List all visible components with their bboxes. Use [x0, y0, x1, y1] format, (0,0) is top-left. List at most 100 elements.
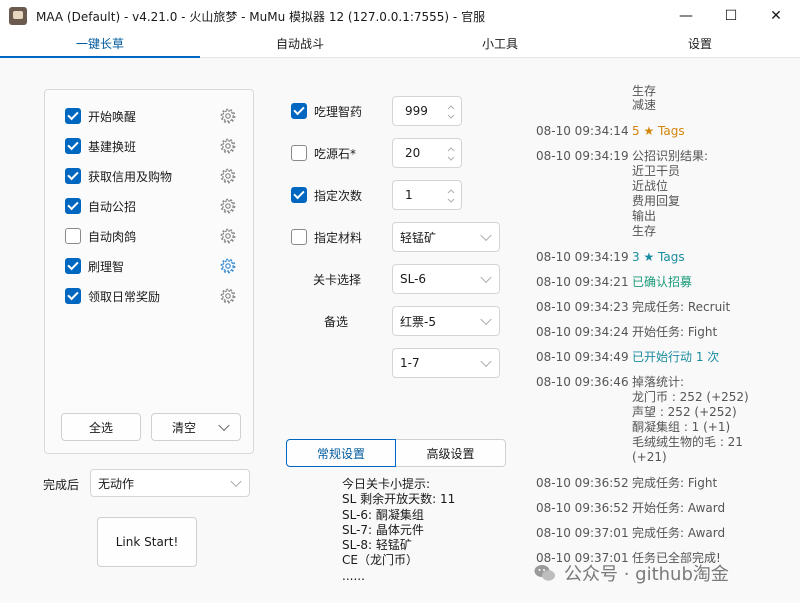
- log-timestamp: 08-10 09:37:01: [536, 526, 629, 540]
- tips-line: ......: [342, 568, 365, 583]
- backup-stage-select[interactable]: 红票-5: [392, 306, 500, 336]
- task-item[interactable]: 基建换班: [65, 136, 136, 156]
- times-label: 指定次数: [314, 188, 363, 203]
- stone-checkbox[interactable]: [291, 145, 307, 161]
- task-checkbox[interactable]: [65, 108, 81, 124]
- task-label: 开始唤醒: [88, 109, 137, 124]
- task-label: 领取日常奖励: [88, 289, 161, 304]
- task-item[interactable]: 刷理智: [65, 256, 124, 276]
- finish-action-select[interactable]: 无动作: [90, 469, 250, 497]
- log-message: 完成任务: Fight: [632, 476, 718, 490]
- stepper-arrows-icon[interactable]: [447, 144, 455, 164]
- log-timestamp: 08-10 09:34:19: [536, 250, 629, 264]
- log-message: 公招识别结果: 近卫干员 近战位 费用回复 输出 生存: [632, 149, 709, 238]
- log-message: 5 ★ Tags: [632, 124, 685, 138]
- main-tabs: 一键长草 自动战斗 小工具 设置: [0, 32, 800, 58]
- task-item[interactable]: 领取日常奖励: [65, 286, 160, 306]
- close-button[interactable]: ✕: [754, 0, 798, 32]
- medicine-label: 吃理智药: [314, 104, 363, 119]
- watermark: 公众号 · github淘金: [534, 560, 729, 586]
- chevron-down-icon: [480, 313, 492, 326]
- tips-line: CE（龙门币）: [342, 553, 418, 568]
- times-count-stepper[interactable]: 1: [392, 180, 462, 210]
- backup-label: 备选: [324, 315, 349, 329]
- tab-normal-settings[interactable]: 常规设置: [286, 439, 396, 467]
- tab-daily[interactable]: 一键长草: [0, 32, 200, 58]
- times-checkbox[interactable]: [291, 187, 307, 203]
- task-checkbox[interactable]: [65, 288, 81, 304]
- task-checkbox[interactable]: [65, 168, 81, 184]
- task-checkbox[interactable]: [65, 228, 81, 244]
- maximize-button[interactable]: ☐: [709, 0, 753, 32]
- task-item[interactable]: 获取信用及购物: [65, 166, 172, 186]
- log-timestamp: 08-10 09:34:23: [536, 300, 629, 314]
- stone-option[interactable]: 吃源石*: [291, 143, 356, 163]
- task-label: 自动肉鸽: [88, 229, 137, 244]
- stone-count-value: 20: [405, 146, 421, 160]
- stone-label: 吃源石*: [314, 146, 357, 161]
- link-start-button[interactable]: Link Start!: [97, 517, 197, 567]
- tips-line: SL-8: 轻锰矿: [342, 538, 412, 553]
- select-all-button[interactable]: 全选: [61, 413, 141, 441]
- backup-stage-2-value: 1-7: [400, 356, 420, 370]
- stage-select[interactable]: SL-6: [392, 264, 500, 294]
- stage-label: 关卡选择: [313, 273, 362, 287]
- gear-icon[interactable]: [219, 227, 237, 245]
- gear-icon[interactable]: [219, 257, 237, 275]
- log-timestamp: 08-10 09:34:24: [536, 325, 629, 339]
- chevron-down-icon: [218, 419, 230, 432]
- log-timestamp: 08-10 09:34:49: [536, 350, 629, 364]
- log-message: 3 ★ Tags: [632, 250, 685, 264]
- task-checkbox[interactable]: [65, 138, 81, 154]
- gear-icon[interactable]: [219, 167, 237, 185]
- task-label: 刷理智: [88, 259, 125, 274]
- tab-advanced-settings[interactable]: 高级设置: [396, 439, 506, 467]
- material-label: 指定材料: [314, 230, 363, 245]
- gear-icon[interactable]: [219, 197, 237, 215]
- minimize-button[interactable]: —: [664, 0, 708, 32]
- chevron-down-icon: [480, 355, 492, 368]
- material-checkbox[interactable]: [291, 229, 307, 245]
- chevron-down-icon: [230, 475, 242, 488]
- tab-settings[interactable]: 设置: [600, 32, 800, 58]
- log-message: 已开始行动 1 次: [632, 350, 720, 364]
- log-message: 掉落统计: 龙门币 : 252 (+252) 声望 : 252 (+252) 酮…: [632, 375, 749, 464]
- task-checkbox[interactable]: [65, 258, 81, 274]
- backup-stage-2-select[interactable]: 1-7: [392, 348, 500, 378]
- log-timestamp: 08-10 09:36:52: [536, 501, 629, 515]
- tips-line: SL-6: 酮凝集组: [342, 507, 424, 522]
- medicine-option[interactable]: 吃理智药: [291, 101, 362, 121]
- stone-count-stepper[interactable]: 20: [392, 138, 462, 168]
- times-option[interactable]: 指定次数: [291, 185, 362, 205]
- medicine-checkbox[interactable]: [291, 103, 307, 119]
- chevron-down-icon: [480, 271, 492, 284]
- tab-tools[interactable]: 小工具: [400, 32, 600, 58]
- stage-value: SL-6: [400, 272, 427, 286]
- material-select[interactable]: 轻锰矿: [392, 222, 500, 252]
- finish-action-value: 无动作: [98, 476, 135, 491]
- medicine-count-stepper[interactable]: 999: [392, 96, 462, 126]
- stepper-arrows-icon[interactable]: [447, 186, 455, 206]
- chevron-down-icon: [480, 229, 492, 242]
- stepper-arrows-icon[interactable]: [447, 102, 455, 122]
- task-item[interactable]: 开始唤醒: [65, 106, 136, 126]
- task-checkbox[interactable]: [65, 198, 81, 214]
- tips-line: SL-7: 晶体元件: [342, 522, 424, 537]
- log-message: 已确认招募: [632, 275, 693, 289]
- gear-icon[interactable]: [219, 137, 237, 155]
- task-item[interactable]: 自动公招: [65, 196, 136, 216]
- medicine-count-value: 999: [405, 104, 428, 118]
- material-option[interactable]: 指定材料: [291, 227, 362, 247]
- clear-button[interactable]: 清空: [151, 413, 241, 441]
- wechat-icon: [534, 565, 555, 581]
- gear-icon[interactable]: [219, 287, 237, 305]
- tab-auto-battle[interactable]: 自动战斗: [200, 32, 400, 58]
- backup-stage-value: 红票-5: [400, 314, 436, 329]
- watermark-text: 公众号 · github淘金: [564, 564, 729, 585]
- gear-icon[interactable]: [219, 107, 237, 125]
- log-message: 开始任务: Award: [632, 501, 726, 515]
- log-timestamp: 08-10 09:34:14: [536, 124, 629, 138]
- log-timestamp: 08-10 09:36:46: [536, 375, 629, 389]
- log-panel: 08-10 09:34:14 5 ★ Tags 08-10 09:34:19 公招识别…: [536, 84, 776, 603]
- task-item[interactable]: 自动肉鸽: [65, 226, 136, 246]
